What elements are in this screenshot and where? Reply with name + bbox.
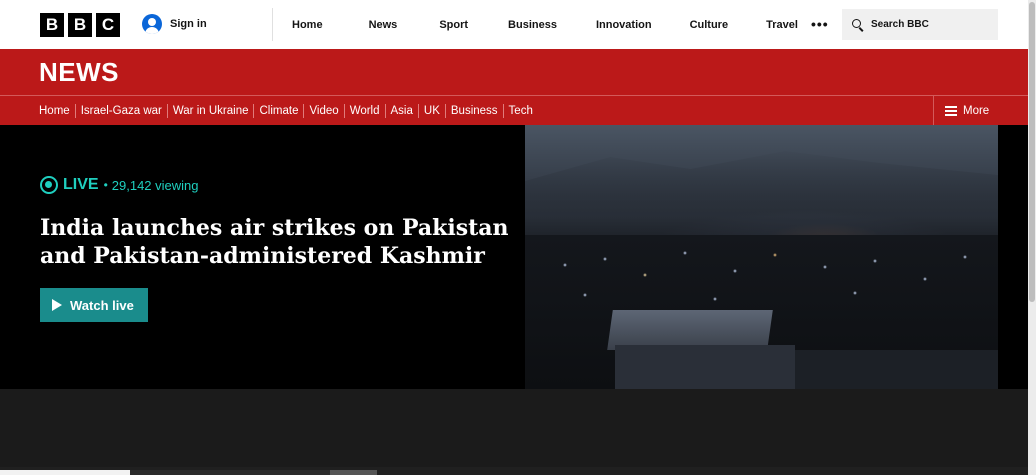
more-menu-icon[interactable]: ••• — [811, 17, 829, 31]
section-nav-home[interactable]: Home — [39, 105, 70, 117]
hero-headline[interactable]: India launches air strikes on Pakistan a… — [40, 214, 510, 270]
watch-live-button[interactable]: Watch live — [40, 288, 148, 322]
separator-dot: • — [103, 178, 108, 192]
divider — [272, 8, 273, 41]
global-header: B B C Sign in Home News Sport Business I… — [0, 0, 1036, 49]
hamburger-menu-icon — [945, 105, 957, 116]
sign-in-label: Sign in — [170, 18, 207, 30]
news-title[interactable]: NEWS — [39, 58, 119, 86]
scrollbar-thumb[interactable] — [1029, 2, 1035, 302]
divider — [343, 103, 345, 118]
section-nav-world[interactable]: World — [350, 105, 380, 117]
divider — [384, 103, 386, 118]
section-nav-asia[interactable]: Asia — [391, 105, 413, 117]
user-icon — [142, 14, 162, 34]
content-strip — [0, 467, 1036, 475]
divider — [444, 103, 446, 118]
search-icon — [852, 18, 864, 31]
live-hero: LIVE • 29,142 viewing India launches air… — [0, 125, 1036, 389]
live-icon — [40, 176, 58, 194]
section-nav: Home Israel-Gaza war War in Ukraine Clim… — [0, 95, 1036, 125]
divider — [74, 103, 76, 118]
divider — [166, 103, 168, 118]
hero-image[interactable] — [525, 125, 998, 389]
section-nav-climate[interactable]: Climate — [259, 105, 298, 117]
top-nav-business[interactable]: Business — [508, 19, 557, 31]
divider — [303, 103, 305, 118]
top-nav-travel[interactable]: Travel — [766, 19, 798, 31]
bbc-logo-letter: C — [96, 13, 120, 37]
top-nav-innovation[interactable]: Innovation — [596, 19, 652, 31]
section-nav-video[interactable]: Video — [309, 105, 338, 117]
content-area — [0, 389, 1036, 475]
bbc-logo-letter: B — [40, 13, 64, 37]
top-nav-home[interactable]: Home — [292, 19, 323, 31]
search-placeholder: Search BBC — [871, 19, 929, 30]
divider — [502, 103, 504, 118]
watch-live-label: Watch live — [70, 297, 134, 313]
top-nav-news[interactable]: News — [369, 19, 398, 31]
live-label: LIVE — [63, 176, 99, 193]
top-nav-sport[interactable]: Sport — [439, 19, 468, 31]
section-nav-uk[interactable]: UK — [424, 105, 440, 117]
bbc-logo[interactable]: B B C — [40, 13, 120, 37]
scrollbar[interactable] — [1028, 0, 1036, 475]
more-button[interactable]: More — [933, 96, 989, 125]
more-label: More — [963, 104, 990, 117]
section-nav-list: Home Israel-Gaza war War in Ukraine Clim… — [39, 96, 533, 125]
search-input[interactable]: Search BBC — [842, 9, 998, 40]
news-banner: NEWS — [0, 49, 1036, 95]
divider — [417, 103, 419, 118]
section-nav-war-in-ukraine[interactable]: War in Ukraine — [173, 105, 249, 117]
play-icon — [52, 299, 62, 311]
section-nav-tech[interactable]: Tech — [509, 105, 533, 117]
viewer-count: 29,142 viewing — [111, 177, 199, 193]
divider — [253, 103, 255, 118]
live-indicator: LIVE • 29,142 viewing — [40, 176, 199, 194]
top-nav-culture[interactable]: Culture — [690, 19, 729, 31]
bbc-logo-letter: B — [68, 13, 92, 37]
sign-in-link[interactable]: Sign in — [142, 14, 207, 34]
top-nav: Home News Sport Business Innovation Cult… — [292, 0, 798, 49]
section-nav-israel-gaza-war[interactable]: Israel-Gaza war — [81, 105, 162, 117]
section-nav-business[interactable]: Business — [451, 105, 498, 117]
